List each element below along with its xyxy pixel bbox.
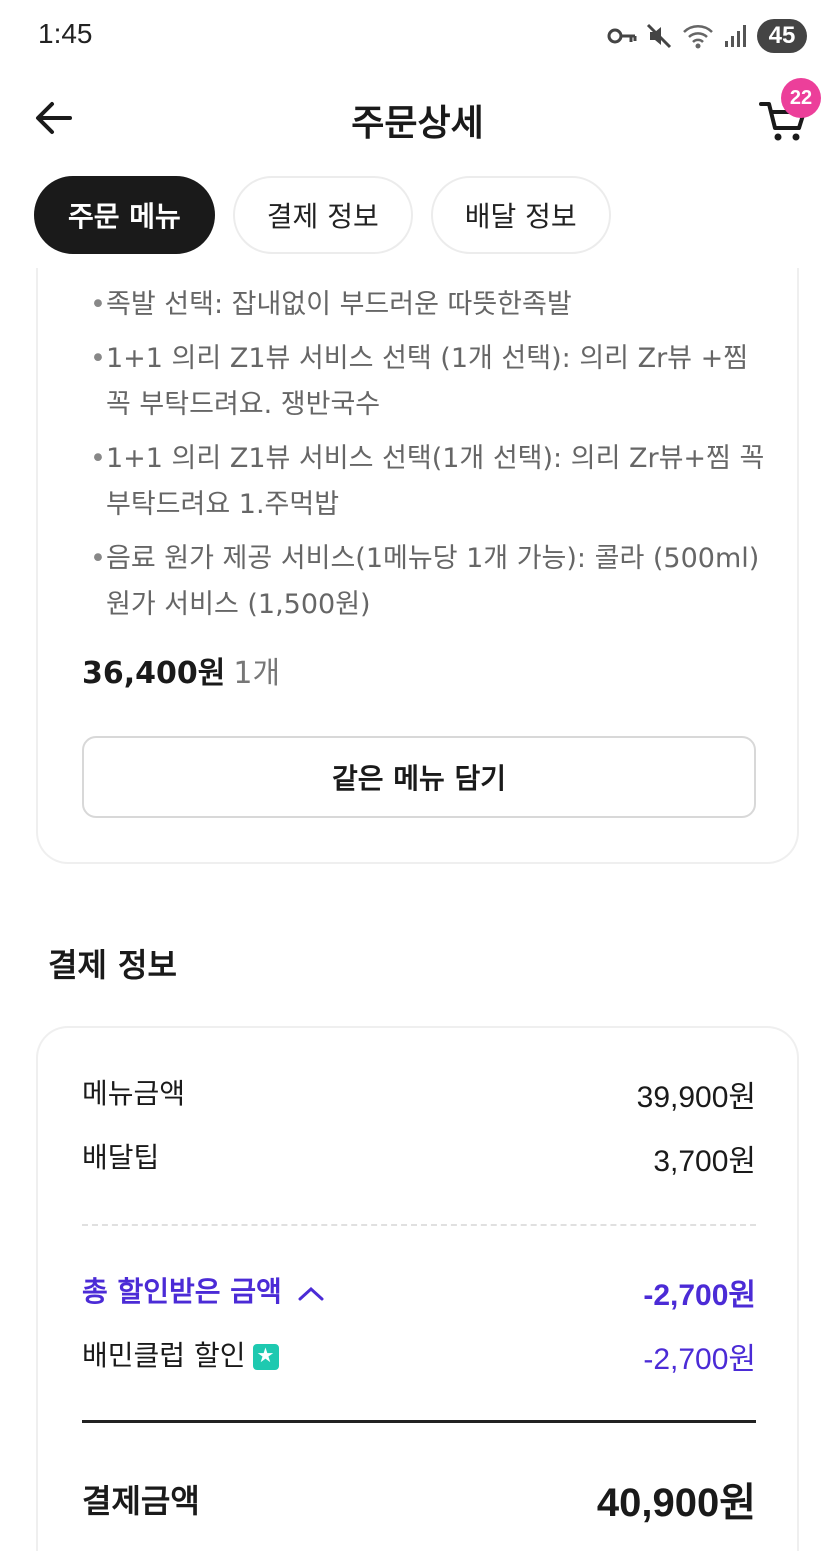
- payment-section-title: 결제 정보: [48, 946, 177, 984]
- delivery-tip-label: 배달팁: [82, 1141, 160, 1174]
- menu-price: 36,400원: [82, 656, 226, 691]
- list-item: • 1+1 의리 Z1뷰 서비스 선택(1개 선택): 의리 Zr뷰+찜 꼭 부탁…: [90, 436, 770, 528]
- chevron-up-icon: [298, 1286, 324, 1301]
- club-discount-row: 배민클럽 할인 -2,700원: [82, 1334, 756, 1378]
- status-bar: 1:45 45: [0, 0, 835, 72]
- status-icons: 45: [607, 18, 807, 54]
- menu-quantity: 1개: [233, 656, 281, 691]
- menu-amount-label: 메뉴금액: [82, 1077, 186, 1110]
- list-item: • 족발 선택: 잡내없이 부드러운 따뜻한족발: [90, 282, 770, 328]
- total-divider: [82, 1420, 756, 1423]
- list-item: • 1+1 의리 Z1뷰 서비스 선택 (1개 선택): 의리 Zr뷰 +찜 꼭 …: [90, 336, 770, 428]
- total-label: 결제금액: [82, 1482, 200, 1520]
- tab-bar: 주문 메뉴 결제 정보 배달 정보: [34, 176, 611, 254]
- tab-order-menu[interactable]: 주문 메뉴: [34, 176, 215, 254]
- club-discount-label: 배민클럽 할인: [82, 1339, 246, 1372]
- option-list: • 족발 선택: 잡내없이 부드러운 따뜻한족발 • 1+1 의리 Z1뷰 서비스 …: [90, 282, 770, 636]
- delivery-tip-row: 배달팁 3,700원: [82, 1136, 756, 1180]
- tab-delivery-info[interactable]: 배달 정보: [430, 176, 611, 254]
- dashed-divider: [82, 1224, 756, 1226]
- menu-price-row: 36,400원 1개: [82, 648, 280, 692]
- add-same-menu-button[interactable]: 같은 메뉴 담기: [82, 736, 756, 818]
- key-icon: [607, 28, 637, 44]
- delivery-tip-value: 3,700원: [653, 1145, 756, 1178]
- cart-count-badge: 22: [781, 78, 821, 118]
- option-text: 1+1 의리 Z1뷰 서비스 선택(1개 선택): 의리 Zr뷰+찜 꼭 부탁드…: [106, 443, 765, 520]
- total-row: 결제금액 40,900원: [82, 1470, 756, 1528]
- menu-amount-row: 메뉴금액 39,900원: [82, 1072, 756, 1116]
- menu-amount-value: 39,900원: [636, 1081, 756, 1114]
- total-discount-toggle[interactable]: 총 할인받은 금액: [82, 1270, 326, 1314]
- payment-card: 메뉴금액 39,900원 배달팁 3,700원 총 할인받은 금액 -2,700…: [36, 1026, 799, 1551]
- option-text: 음료 원가 제공 서비스(1메뉴당 1개 가능): 콜라 (500ml) 원가 …: [106, 543, 760, 620]
- signal-icon: [725, 25, 746, 47]
- order-menu-card: • 족발 선택: 잡내없이 부드러운 따뜻한족발 • 1+1 의리 Z1뷰 서비스 …: [36, 268, 799, 864]
- status-time: 1:45: [38, 18, 93, 49]
- baemin-club-icon: [253, 1343, 280, 1370]
- option-text: 1+1 의리 Z1뷰 서비스 선택 (1개 선택): 의리 Zr뷰 +찜 꼭 부…: [106, 343, 749, 420]
- total-discount-value: -2,700원: [643, 1279, 756, 1312]
- battery-indicator: 45: [757, 19, 807, 53]
- club-discount-value: -2,700원: [643, 1343, 756, 1376]
- total-value: 40,900원: [596, 1481, 756, 1525]
- header: 주문상세: [0, 72, 835, 164]
- wifi-icon: [683, 25, 713, 49]
- option-text: 족발 선택: 잡내없이 부드러운 따뜻한족발: [106, 289, 572, 320]
- page-title: 주문상세: [351, 103, 484, 144]
- list-item: • 음료 원가 제공 서비스(1메뉴당 1개 가능): 콜라 (500ml) 원가…: [90, 536, 770, 628]
- mute-icon: [646, 23, 672, 49]
- tab-payment-info[interactable]: 결제 정보: [232, 176, 413, 254]
- total-discount-row[interactable]: 총 할인받은 금액 -2,700원: [82, 1270, 756, 1314]
- total-discount-label: 총 할인받은 금액: [82, 1275, 282, 1308]
